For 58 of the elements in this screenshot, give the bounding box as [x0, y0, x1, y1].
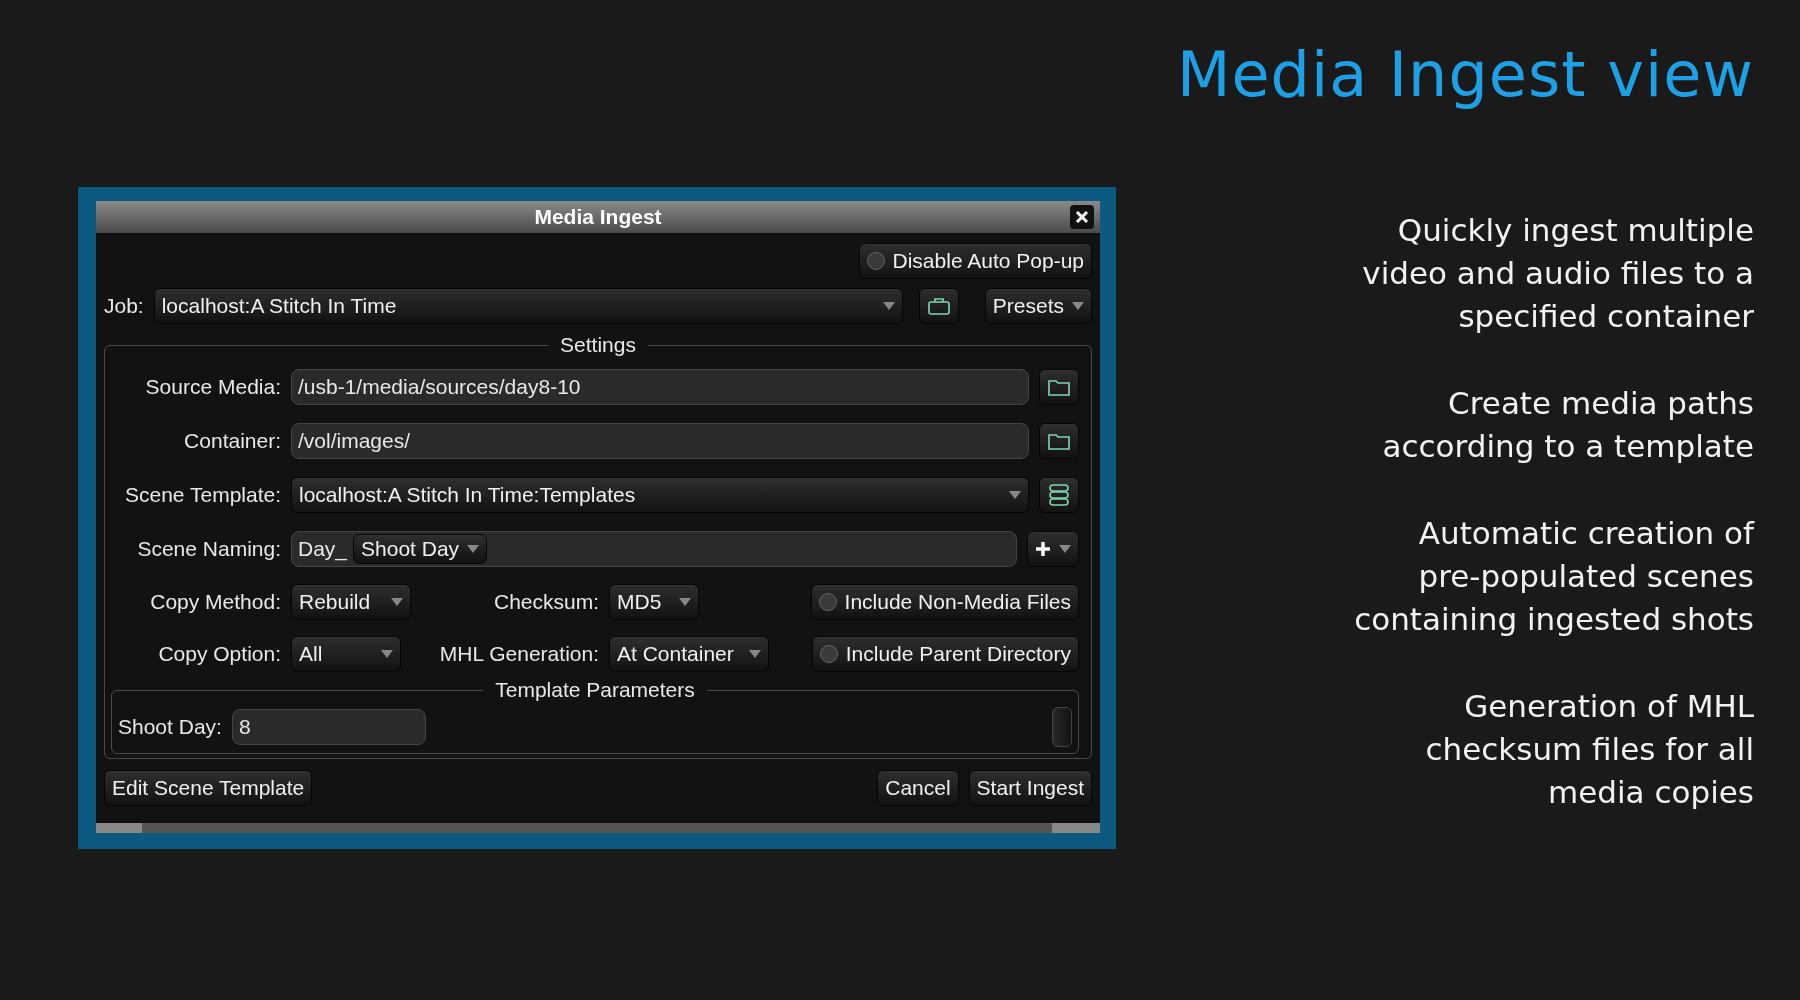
popup-toggle[interactable]: Disable Auto Pop-up [858, 243, 1092, 279]
caret-icon [1009, 491, 1021, 499]
window-title: Media Ingest [534, 205, 662, 229]
include-toggle[interactable]: Include Parent Directory [811, 636, 1079, 672]
add-button[interactable] [1027, 531, 1079, 567]
mhl-dropdown[interactable]: At Container [609, 636, 769, 672]
edit-template-button[interactable]: Edit Scene Template [104, 770, 313, 806]
briefcase-icon [927, 297, 950, 315]
token-dropdown[interactable]: Shoot Day [353, 534, 488, 564]
feature-text: Generation of MHL checksum files for all media copies [1425, 687, 1754, 812]
input-field[interactable]: /usb-1/media/sources/day8-10 [291, 369, 1029, 405]
scroll-handle[interactable] [1052, 707, 1072, 747]
folder-icon [1048, 432, 1070, 450]
caret-icon [749, 650, 761, 658]
scrollbar[interactable] [96, 823, 1100, 833]
field-label: Container: [183, 429, 281, 453]
include-toggle[interactable]: Include Non-Media Files [810, 584, 1079, 620]
template-button[interactable] [1039, 477, 1079, 513]
naming-field[interactable]: Day_ Shoot Day [291, 531, 1017, 567]
slide-title: Media Ingest view [1176, 38, 1754, 111]
caret-icon [391, 598, 403, 606]
job-button[interactable] [918, 288, 959, 324]
plus-icon [1035, 541, 1051, 557]
field-label: MHL Generation: [438, 642, 599, 666]
caret-icon [679, 598, 691, 606]
feature-text: Automatic creation of pre-populated scenes containing ingested shots [1354, 514, 1754, 639]
caret-icon [1059, 545, 1071, 553]
cancel-button[interactable]: Cancel [877, 770, 959, 806]
field-label: Scene Template: [123, 483, 281, 507]
browse-button[interactable] [1039, 423, 1079, 459]
stack-icon [1048, 484, 1070, 506]
field-label: Scene Naming: [136, 537, 281, 561]
browse-button[interactable] [1039, 369, 1079, 405]
field-label: Copy Option: [157, 642, 281, 666]
field-label: Checksum: [492, 590, 599, 614]
copy-method-dropdown[interactable]: Rebuild [291, 584, 411, 620]
field-label: Job: [104, 294, 144, 318]
field-label: Shoot Day: [118, 715, 222, 739]
close-button[interactable] [1070, 205, 1094, 229]
checksum-dropdown[interactable]: MD5 [609, 584, 699, 620]
start-ingest-button[interactable]: Start Ingest [968, 770, 1092, 806]
template-dropdown[interactable]: localhost:A Stitch In Time:Templates [291, 477, 1029, 513]
input-field[interactable]: /vol/images/ [291, 423, 1029, 459]
input-field[interactable]: 8 [231, 709, 426, 745]
caret-icon [381, 650, 393, 658]
feature-text: Quickly ingest multiple video and audio files to a specified container [1362, 211, 1754, 336]
field-label: Source Media: [144, 375, 281, 399]
job-dropdown[interactable]: localhost:A Stitch In Time [153, 288, 903, 324]
presets-dropdown[interactable]: Presets [984, 288, 1092, 324]
folder-icon [1048, 378, 1070, 396]
caret-icon [467, 545, 480, 553]
caret-icon [882, 302, 895, 310]
feature-text: Create media paths according to a template [1382, 384, 1754, 466]
naming-prefix: Day_ [298, 537, 348, 561]
copy-option-dropdown[interactable]: All [291, 636, 401, 672]
close-icon [1075, 210, 1089, 224]
field-label: Copy Method: [149, 590, 281, 614]
caret-icon [1072, 302, 1084, 310]
